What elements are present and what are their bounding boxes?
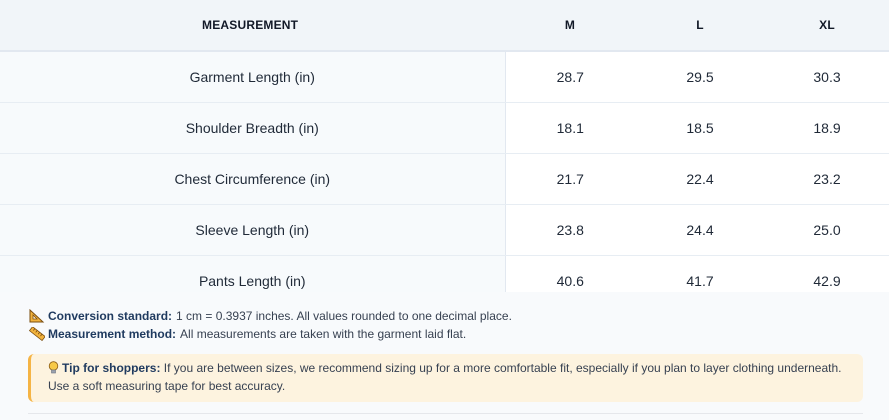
cell-l: 22.4 <box>635 153 765 205</box>
row-label: Shoulder Breadth (in) <box>0 102 506 154</box>
table-row: Sleeve Length (in) 23.8 24.4 25.0 <box>0 204 889 256</box>
conversion-text: 1 cm = 0.3937 inches. All values rounded… <box>176 309 512 323</box>
size-table: MEASUREMENT M L XL Garment Length (in) 2… <box>0 0 889 307</box>
tip-text: If you are between sizes, we recommend s… <box>48 361 842 393</box>
table-row: Garment Length (in) 28.7 29.5 30.3 <box>0 51 889 103</box>
divider <box>28 413 863 414</box>
cell-l: 24.4 <box>635 204 765 256</box>
cell-xl: 23.2 <box>765 153 889 205</box>
conversion-label: Conversion standard: <box>48 309 173 323</box>
row-label: Sleeve Length (in) <box>0 204 506 256</box>
table-row: Shoulder Breadth (in) 18.1 18.5 18.9 <box>0 102 889 154</box>
table-header: MEASUREMENT M L XL <box>0 0 889 52</box>
cell-m: 28.7 <box>505 51 635 103</box>
ruler-icon <box>28 326 46 342</box>
method-text: All measurements are taken with the garm… <box>180 327 467 341</box>
method-note: Measurement method: All measurements are… <box>28 326 467 342</box>
table-row: Chest Circumference (in) 21.7 22.4 23.2 <box>0 153 889 205</box>
size-chart: MEASUREMENT M L XL Garment Length (in) 2… <box>0 0 889 420</box>
cell-l: 29.5 <box>635 51 765 103</box>
cell-m: 18.1 <box>505 102 635 154</box>
conversion-note: Conversion standard: 1 cm = 0.3937 inche… <box>29 308 512 323</box>
cell-m: 23.8 <box>505 204 635 256</box>
cell-m: 21.7 <box>505 153 635 205</box>
row-label: Garment Length (in) <box>0 51 506 103</box>
triangle-ruler-icon <box>29 308 45 323</box>
header-size-m: M <box>505 0 635 52</box>
cell-l: 18.5 <box>635 102 765 154</box>
header-size-l: L <box>635 0 765 52</box>
row-label: Chest Circumference (in) <box>0 153 506 205</box>
cell-xl: 25.0 <box>765 204 889 256</box>
cell-xl: 18.9 <box>765 102 889 154</box>
tip-label: Tip for shoppers: <box>62 361 161 375</box>
tip-box: Tip for shoppers: If you are between siz… <box>28 354 863 402</box>
cell-xl: 30.3 <box>765 51 889 103</box>
lightbulb-icon <box>48 361 59 374</box>
header-measurement: MEASUREMENT <box>0 0 505 52</box>
method-label: Measurement method: <box>48 327 177 341</box>
header-size-xl: XL <box>765 0 889 52</box>
